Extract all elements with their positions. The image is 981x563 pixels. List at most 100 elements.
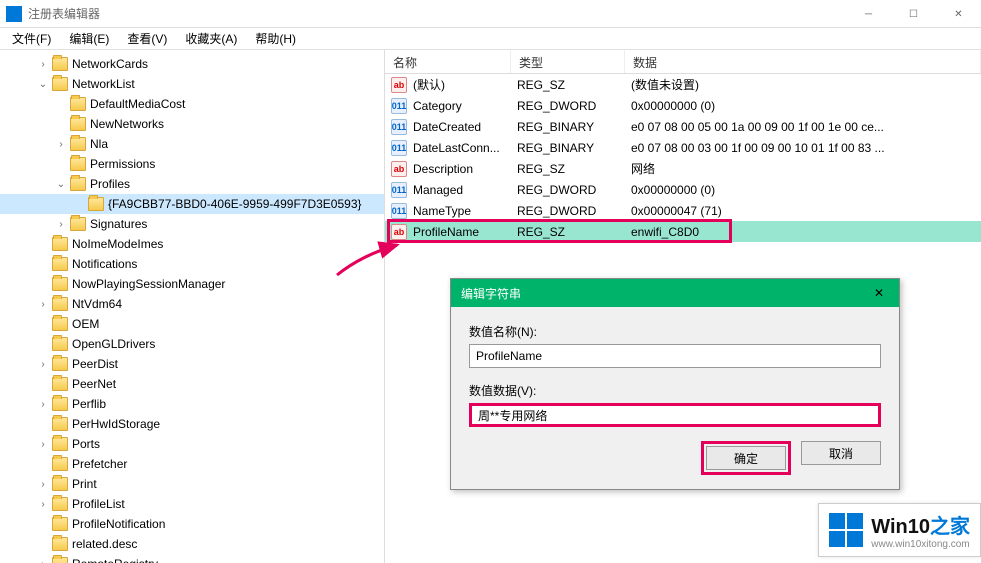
tree-label: Profiles bbox=[90, 177, 130, 191]
dialog-close-button[interactable]: ✕ bbox=[859, 279, 899, 307]
expand-icon[interactable]: › bbox=[36, 357, 50, 371]
tree-node[interactable]: PeerNet bbox=[0, 374, 384, 394]
cancel-button[interactable]: 取消 bbox=[801, 441, 881, 465]
tree-label: DefaultMediaCost bbox=[90, 97, 185, 111]
tree-node[interactable]: ›Perflib bbox=[0, 394, 384, 414]
tree-node[interactable]: Notifications bbox=[0, 254, 384, 274]
menu-favorites[interactable]: 收藏夹(A) bbox=[177, 28, 245, 49]
value-row[interactable]: 011CategoryREG_DWORD0x00000000 (0) bbox=[385, 95, 981, 116]
value-row[interactable]: abProfileNameREG_SZenwifi_C8D0 bbox=[385, 221, 981, 242]
value-data: 网络 bbox=[631, 160, 981, 177]
menu-file[interactable]: 文件(F) bbox=[4, 28, 59, 49]
tree-node[interactable]: OpenGLDrivers bbox=[0, 334, 384, 354]
expand-icon[interactable]: › bbox=[54, 217, 68, 231]
minimize-button[interactable]: ─ bbox=[846, 0, 891, 28]
expand-icon[interactable]: › bbox=[36, 477, 50, 491]
tree-label: PerHwIdStorage bbox=[72, 417, 160, 431]
expand-icon[interactable]: › bbox=[36, 57, 50, 71]
tree-node[interactable]: related.desc bbox=[0, 534, 384, 554]
binary-icon: 011 bbox=[391, 140, 407, 156]
edit-string-dialog: 编辑字符串 ✕ 数值名称(N): 数值数据(V): 确定 取消 bbox=[450, 278, 900, 490]
expand-icon[interactable]: › bbox=[36, 397, 50, 411]
title-bar: 注册表编辑器 ─ ☐ ✕ bbox=[0, 0, 981, 28]
value-row[interactable]: 011DateLastConn...REG_BINARYe0 07 08 00 … bbox=[385, 137, 981, 158]
expand-icon[interactable]: › bbox=[36, 437, 50, 451]
folder-icon bbox=[52, 477, 68, 491]
value-data: (数值未设置) bbox=[631, 76, 981, 93]
tree-label: Permissions bbox=[90, 157, 155, 171]
no-expand bbox=[36, 417, 50, 431]
value-data: 0x00000000 (0) bbox=[631, 183, 981, 197]
ok-button[interactable]: 确定 bbox=[706, 446, 786, 470]
value-row[interactable]: ab(默认)REG_SZ(数值未设置) bbox=[385, 74, 981, 95]
col-data[interactable]: 数据 bbox=[625, 50, 981, 73]
folder-icon bbox=[52, 497, 68, 511]
menu-edit[interactable]: 编辑(E) bbox=[61, 28, 117, 49]
value-row[interactable]: 011DateCreatedREG_BINARYe0 07 08 00 05 0… bbox=[385, 116, 981, 137]
tree-node[interactable]: ›Nla bbox=[0, 134, 384, 154]
value-data: 0x00000000 (0) bbox=[631, 99, 981, 113]
value-name: DateCreated bbox=[413, 120, 517, 134]
tree-node[interactable]: ›ProfileList bbox=[0, 494, 384, 514]
tree-node[interactable]: NoImeModeImes bbox=[0, 234, 384, 254]
tree-node[interactable]: PerHwIdStorage bbox=[0, 414, 384, 434]
tree-node[interactable]: ›RemoteRegistry bbox=[0, 554, 384, 563]
folder-icon bbox=[52, 397, 68, 411]
folder-icon bbox=[70, 217, 86, 231]
list-header: 名称 类型 数据 bbox=[385, 50, 981, 74]
tree-node[interactable]: ›PeerDist bbox=[0, 354, 384, 374]
value-row[interactable]: abDescriptionREG_SZ网络 bbox=[385, 158, 981, 179]
tree-node[interactable]: NowPlayingSessionManager bbox=[0, 274, 384, 294]
collapse-icon[interactable]: ⌄ bbox=[54, 177, 68, 191]
tree-node[interactable]: OEM bbox=[0, 314, 384, 334]
folder-icon bbox=[52, 437, 68, 451]
tree-pane[interactable]: ›NetworkCards ⌄ NetworkList DefaultMediaCos… bbox=[0, 50, 385, 563]
value-type: REG_DWORD bbox=[517, 204, 631, 218]
menu-help[interactable]: 帮助(H) bbox=[247, 28, 304, 49]
tree-label: NewNetworks bbox=[90, 117, 164, 131]
col-type[interactable]: 类型 bbox=[511, 50, 625, 73]
close-button[interactable]: ✕ bbox=[936, 0, 981, 28]
value-data-label: 数值数据(V): bbox=[469, 382, 881, 399]
tree-node[interactable]: DefaultMediaCost bbox=[0, 94, 384, 114]
app-icon bbox=[6, 6, 22, 22]
tree-node[interactable]: ›NtVdm64 bbox=[0, 294, 384, 314]
tree-node[interactable]: ›NetworkCards bbox=[0, 54, 384, 74]
expand-icon[interactable]: › bbox=[54, 137, 68, 151]
value-name-input[interactable] bbox=[469, 344, 881, 368]
tree-node[interactable]: NewNetworks bbox=[0, 114, 384, 134]
tree-node[interactable]: ProfileNotification bbox=[0, 514, 384, 534]
binary-icon: 011 bbox=[391, 98, 407, 114]
tree-node[interactable]: ⌄ Profiles bbox=[0, 174, 384, 194]
value-data-input[interactable] bbox=[469, 403, 881, 427]
tree-label: Notifications bbox=[72, 257, 137, 271]
tree-node[interactable]: ›Print bbox=[0, 474, 384, 494]
expand-icon[interactable]: › bbox=[36, 557, 50, 563]
tree-node[interactable]: ›Ports bbox=[0, 434, 384, 454]
menu-view[interactable]: 查看(V) bbox=[119, 28, 175, 49]
value-name-label: 数值名称(N): bbox=[469, 323, 881, 340]
expand-icon[interactable]: › bbox=[36, 497, 50, 511]
folder-icon bbox=[70, 97, 86, 111]
tree-node[interactable]: {FA9CBB77-BBD0-406E-9959-499F7D3E0593} bbox=[0, 194, 384, 214]
dialog-title-bar[interactable]: 编辑字符串 ✕ bbox=[451, 279, 899, 307]
folder-icon bbox=[88, 197, 104, 211]
no-expand bbox=[36, 537, 50, 551]
value-data: 0x00000047 (71) bbox=[631, 204, 981, 218]
tree-label: NetworkList bbox=[72, 77, 135, 91]
value-row[interactable]: 011ManagedREG_DWORD0x00000000 (0) bbox=[385, 179, 981, 200]
folder-icon bbox=[70, 117, 86, 131]
collapse-icon[interactable]: ⌄ bbox=[36, 77, 50, 91]
tree-node[interactable]: Permissions bbox=[0, 154, 384, 174]
value-type: REG_DWORD bbox=[517, 183, 631, 197]
tree-node[interactable]: Prefetcher bbox=[0, 454, 384, 474]
tree-node[interactable]: ⌄ NetworkList bbox=[0, 74, 384, 94]
maximize-button[interactable]: ☐ bbox=[891, 0, 936, 28]
value-row[interactable]: 011NameTypeREG_DWORD0x00000047 (71) bbox=[385, 200, 981, 221]
tree-label: Prefetcher bbox=[72, 457, 127, 471]
tree-label: PeerNet bbox=[72, 377, 116, 391]
tree-node[interactable]: ›Signatures bbox=[0, 214, 384, 234]
value-type: REG_DWORD bbox=[517, 99, 631, 113]
expand-icon[interactable]: › bbox=[36, 297, 50, 311]
col-name[interactable]: 名称 bbox=[385, 50, 511, 73]
